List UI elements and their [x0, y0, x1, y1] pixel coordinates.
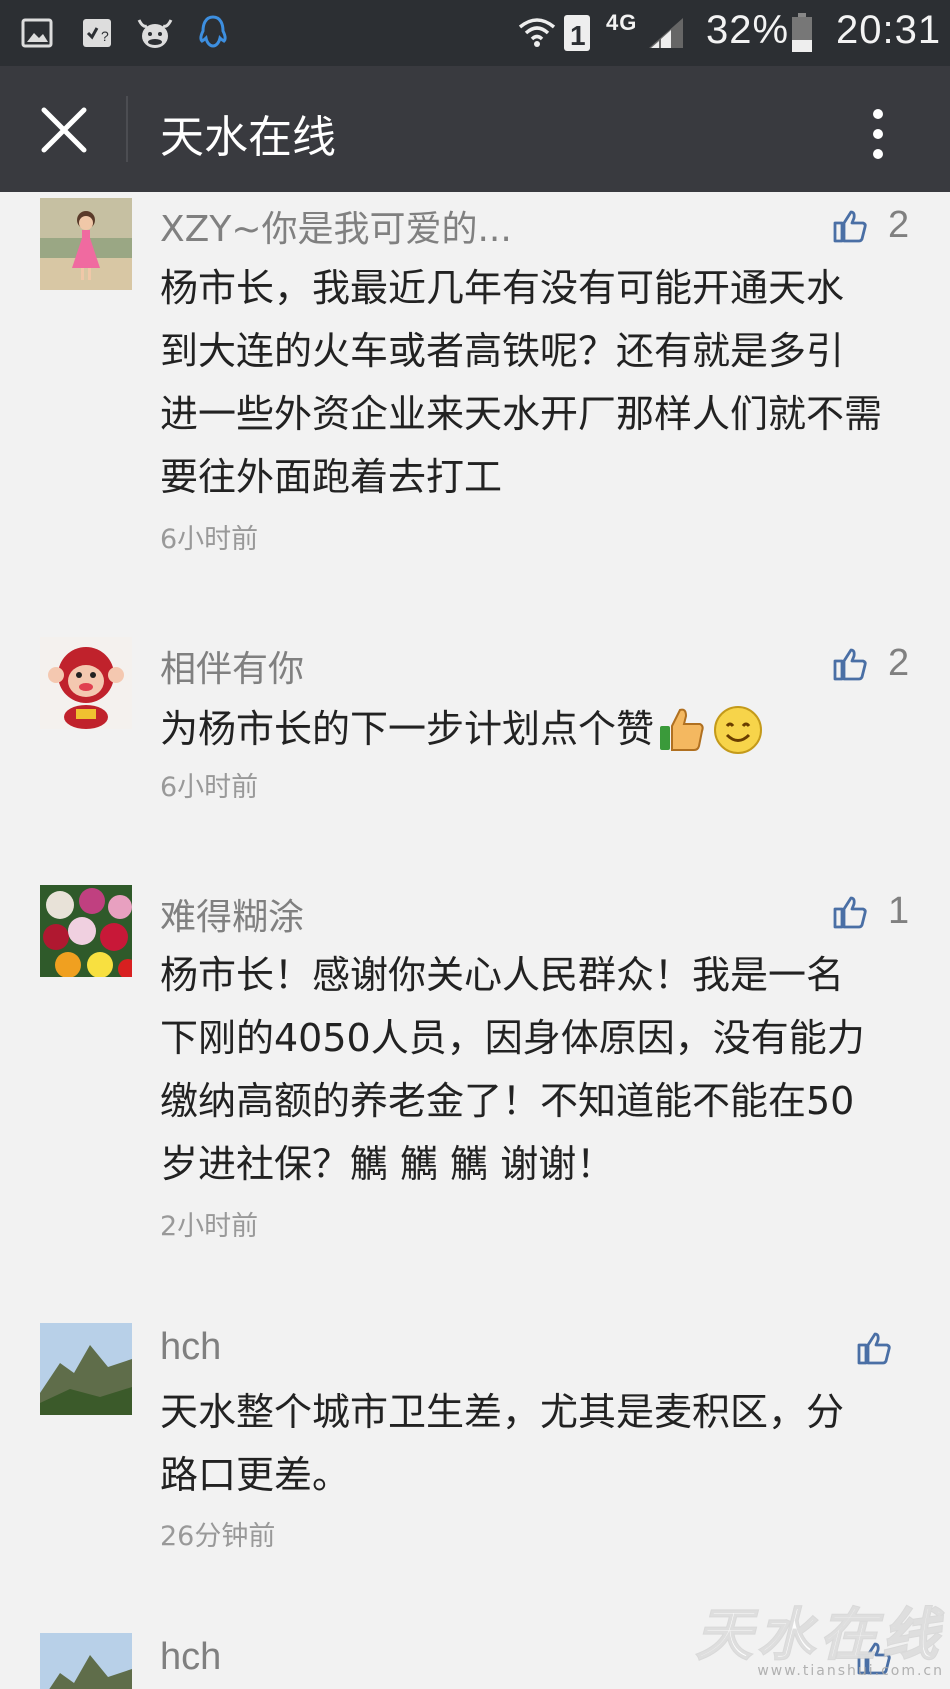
comment-text: 天水整个城市卫生差，尤其是麦积区，分 路口更差。	[160, 1381, 920, 1507]
status-bar: ? 1 4G 32% 20:31	[0, 0, 950, 66]
comment-nickname[interactable]: XZY~你是我可爱的...	[160, 200, 512, 252]
avatar[interactable]	[40, 637, 132, 729]
thumbs-up-emoji	[660, 708, 704, 751]
smile-emoji	[714, 705, 763, 754]
comment-text-line: 岁进社保？觽 觽 觽 谢谢！	[160, 1142, 615, 1186]
comment-text-line: 要往外面跑着去打工	[160, 455, 503, 499]
thumbs-up-icon	[833, 648, 867, 680]
like-button[interactable]	[856, 1330, 892, 1366]
avatar[interactable]	[40, 885, 132, 977]
title-divider	[126, 96, 128, 162]
thumbs-up-icon	[833, 896, 867, 928]
comment-text: 为杨市长的下一步计划点个赞	[160, 698, 920, 761]
comment-text: 杨市长！感谢你关心人民群众！我是一名 下刚的4050人员，因身体原因，没有能力 …	[160, 944, 920, 1196]
avatar[interactable]	[40, 198, 132, 290]
sim-toolkit-icon: ?	[80, 14, 114, 52]
comment-time: 26分钟前	[160, 1521, 276, 1552]
like-button[interactable]: 2	[832, 204, 909, 247]
qq-icon	[196, 14, 230, 52]
avatar[interactable]	[40, 1323, 132, 1415]
comment-text-line: 杨市长！感谢你关心人民群众！我是一名	[160, 953, 845, 997]
thumbs-up-icon	[833, 210, 867, 242]
like-count: 2	[888, 642, 910, 684]
comment-text-line: 下刚的4050人员，因身体原因，没有能力	[160, 1016, 865, 1060]
comment-text-line: 杨市长，我最近几年有没有可能开通天水	[160, 266, 845, 310]
gallery-icon	[20, 14, 54, 52]
page-title: 天水在线	[160, 112, 336, 163]
sim-1-icon: 1	[562, 14, 592, 52]
like-count: 1	[888, 890, 910, 932]
comment-time: 6小时前	[160, 524, 259, 555]
like-count: 2	[888, 204, 910, 246]
comment-nickname[interactable]: 难得糊涂	[160, 888, 304, 940]
battery-percent: 32%	[706, 8, 790, 52]
comment-text-line: 缴纳高额的养老金了！不知道能不能在50	[160, 1079, 855, 1123]
comment-nickname[interactable]: hch	[160, 1326, 221, 1369]
watermark: 天水在线 www.tianshui.com.cn	[695, 1590, 944, 1679]
svg-text:1: 1	[570, 20, 586, 51]
wifi-icon	[516, 14, 558, 52]
comment-nickname[interactable]: hch	[160, 1636, 221, 1679]
comment-text-line: 为杨市长的下一步计划点个赞	[160, 707, 655, 751]
comment-text-line: 天水整个城市卫生差，尤其是麦积区，分	[160, 1390, 845, 1434]
clock: 20:31	[836, 8, 942, 52]
comment-text-line: 进一些外资企业来天水开厂那样人们就不需	[160, 392, 883, 436]
network-type: 4G	[606, 10, 638, 35]
title-bar: 天水在线	[0, 66, 950, 192]
close-button[interactable]	[36, 102, 92, 158]
comment-text-line: 路口更差。	[160, 1453, 351, 1497]
signal-icon	[646, 14, 686, 52]
more-vertical-icon	[873, 109, 883, 159]
svg-text:?: ?	[101, 28, 109, 44]
battery-icon	[790, 13, 814, 52]
comment-time: 2小时前	[160, 1211, 259, 1242]
avatar[interactable]	[40, 1633, 132, 1689]
cow-app-icon	[134, 14, 176, 52]
thumbs-up-icon	[857, 1332, 891, 1365]
close-icon	[41, 107, 87, 153]
comment-time: 6小时前	[160, 772, 259, 803]
comment-text-line: 到大连的火车或者高铁呢？还有就是多引	[160, 329, 845, 373]
more-button[interactable]	[860, 104, 896, 164]
like-button[interactable]: 2	[832, 642, 909, 685]
like-button[interactable]: 1	[832, 890, 909, 933]
watermark-logo-text: 天水在线	[695, 1602, 944, 1669]
comment-text: 杨市长，我最近几年有没有可能开通天水 到大连的火车或者高铁呢？还有就是多引 进一…	[160, 257, 920, 509]
comment-nickname[interactable]: 相伴有你	[160, 640, 304, 692]
